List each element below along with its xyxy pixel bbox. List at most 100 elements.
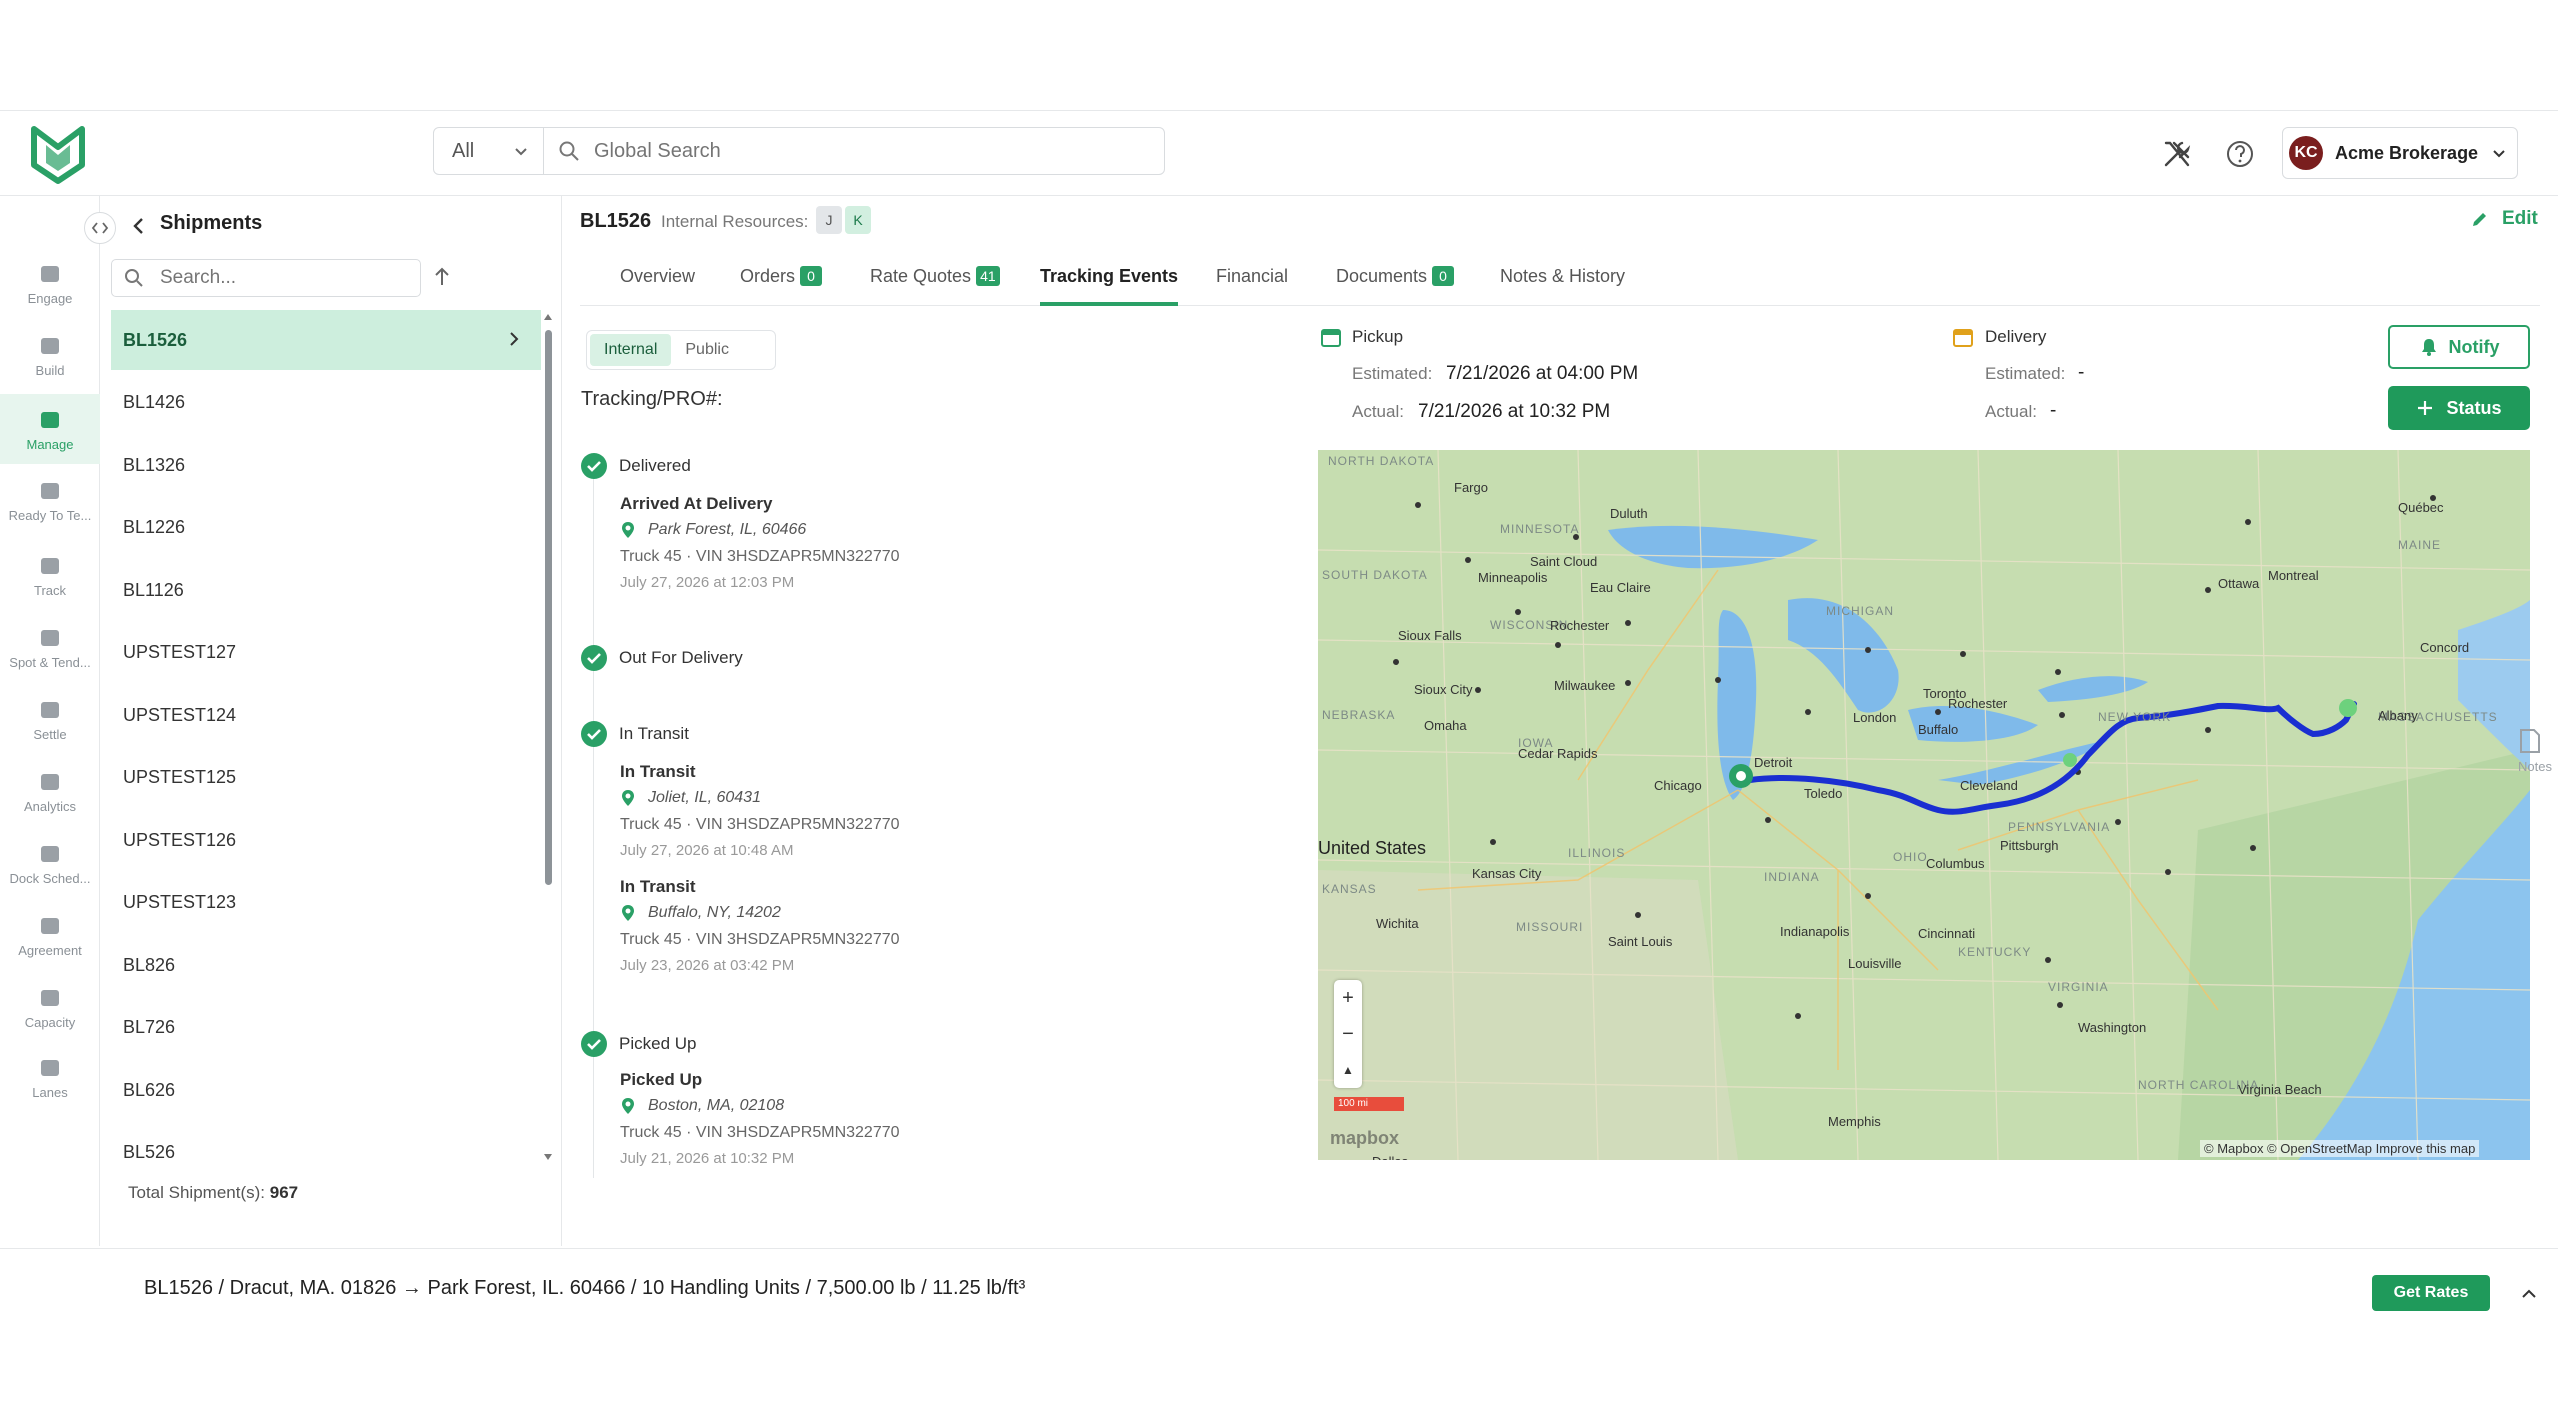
mapbox-logo[interactable]: mapbox — [1330, 1128, 1399, 1149]
rail-item-label: Spot & Tend... — [9, 654, 91, 670]
shipment-id: UPSTEST124 — [123, 704, 237, 725]
shipment-row[interactable]: UPSTEST123 — [111, 873, 541, 933]
edit-button[interactable]: Edit — [2470, 208, 2538, 230]
shipment-row[interactable]: UPSTEST126 — [111, 810, 541, 870]
agreement-icon — [41, 917, 59, 934]
shipment-search-input[interactable] — [158, 266, 398, 290]
shipment-search-field — [111, 259, 421, 297]
status-button[interactable]: Status — [2388, 386, 2530, 430]
bell-icon — [2421, 339, 2436, 356]
location-pin-icon — [622, 1098, 634, 1114]
shipment-row[interactable]: BL726 — [111, 998, 541, 1058]
map-city-label: Eau Claire — [1590, 580, 1651, 595]
map-city-label: Montreal — [2268, 568, 2319, 583]
rail-item-analytics[interactable]: Analytics — [0, 756, 100, 826]
global-search-input[interactable] — [592, 138, 1152, 164]
tab-orders[interactable]: Orders 0 — [740, 266, 823, 306]
rail-item-settle[interactable]: Settle — [0, 684, 100, 754]
tab-notes-history[interactable]: Notes & History — [1500, 266, 1625, 306]
rail-item-label: Build — [35, 362, 65, 378]
spot-icon — [41, 629, 59, 646]
shipment-row[interactable]: BL826 — [111, 935, 541, 995]
rail-item-ready[interactable]: Ready To Te... — [0, 465, 100, 535]
shipment-row[interactable]: UPSTEST125 — [111, 748, 541, 808]
map-city-label: London — [1853, 710, 1897, 725]
shipment-row[interactable]: BL626 — [111, 1060, 541, 1120]
search-scope-select[interactable]: All — [434, 128, 544, 174]
tab-rate-quotes[interactable]: Rate Quotes 41 — [870, 266, 1000, 306]
map-state-label: INDIANA — [1764, 870, 1820, 884]
tab-overview[interactable]: Overview — [620, 266, 695, 306]
total-shipments-value: 967 — [269, 1183, 299, 1202]
collapse-panel-button[interactable] — [84, 212, 116, 244]
rail-item-agreement[interactable]: Agreement — [0, 900, 100, 970]
tab-count-badge: 41 — [976, 266, 1000, 286]
chevron-up-icon[interactable] — [2518, 1283, 2540, 1305]
shipment-id: UPSTEST126 — [123, 829, 237, 850]
delivery-actual-label: Actual: — [1985, 402, 2037, 421]
shipment-row[interactable]: BL1426 — [111, 373, 541, 433]
pickup-estimated-label: Estimated: — [1352, 364, 1433, 383]
help-icon[interactable] — [2223, 137, 2257, 171]
list-scroll-thumb[interactable] — [545, 330, 552, 885]
compass-button[interactable]: ▲ — [1334, 1052, 1362, 1088]
zoom-out-button[interactable]: − — [1334, 1016, 1362, 1052]
tab-label: Overview — [620, 266, 696, 286]
resource-chip-j[interactable]: J — [816, 206, 842, 234]
map-city-label: Rochester — [1550, 618, 1610, 633]
chevron-right-icon — [510, 332, 519, 346]
toggle-public[interactable]: Public — [671, 334, 743, 366]
shipment-row[interactable]: UPSTEST124 — [111, 685, 541, 745]
lanes-icon — [41, 1059, 59, 1076]
map-attribution[interactable]: © Mapbox © OpenStreetMap Improve this ma… — [2200, 1140, 2480, 1157]
rail-item-spot[interactable]: Spot & Tend... — [0, 612, 100, 682]
notify-button[interactable]: Notify — [2388, 325, 2530, 369]
zoom-in-button[interactable]: + — [1334, 980, 1362, 1016]
shipment-row[interactable]: BL1526 — [111, 310, 541, 370]
rail-item-dock[interactable]: Dock Sched... — [0, 828, 100, 898]
resource-chip-k[interactable]: K — [845, 206, 871, 234]
event-location: Park Forest, IL, 60466 — [620, 521, 806, 539]
tab-financial[interactable]: Financial — [1216, 266, 1288, 306]
notes-side-tab[interactable]: Notes — [2518, 728, 2558, 784]
sort-arrow-icon[interactable] — [430, 265, 454, 289]
map-city-label: Ottawa — [2218, 576, 2260, 591]
map-scale-bar: 100 mi — [1334, 1097, 1404, 1111]
event-truck-info: Truck 45 · VIN 3HSDZAPR5MN322770 — [620, 816, 900, 833]
dock-icon — [41, 845, 59, 862]
rail-item-lanes[interactable]: Lanes — [0, 1042, 100, 1112]
internal-resources-label: Internal Resources: — [661, 212, 809, 231]
rail-item-build[interactable]: Build — [0, 320, 100, 390]
app-logo-icon[interactable] — [30, 123, 86, 185]
map-state-label: NEW YORK — [2098, 710, 2172, 724]
rail-item-capacity[interactable]: Capacity — [0, 972, 100, 1042]
avatar: KC — [2289, 136, 2323, 170]
map-state-label: PENNSYLVANIA — [2008, 820, 2111, 834]
shipment-row[interactable]: BL1326 — [111, 435, 541, 495]
shipment-row[interactable]: BL526 — [111, 1123, 541, 1183]
get-rates-button[interactable]: Get Rates — [2372, 1275, 2490, 1311]
tab-tracking-events[interactable]: Tracking Events — [1040, 266, 1179, 306]
notify-label: Notify — [2448, 336, 2500, 357]
account-menu[interactable]: KC Acme Brokerage — [2282, 127, 2518, 179]
map-city-label: Pittsburgh — [2000, 838, 2059, 853]
rail-item-engage[interactable]: Engage — [0, 248, 100, 318]
rail-item-track[interactable]: Track — [0, 540, 100, 610]
shipment-id: UPSTEST125 — [123, 767, 237, 787]
shipment-row[interactable]: UPSTEST127 — [111, 623, 541, 683]
back-chevron-icon[interactable] — [128, 215, 150, 237]
route-map[interactable]: NORTH DAKOTA MINNESOTA SOUTH DAKOTA WISCONS… — [1318, 450, 2530, 1160]
analytics-icon — [41, 773, 59, 790]
toggle-internal[interactable]: Internal — [590, 334, 672, 366]
map-city-label: Toledo — [1804, 786, 1843, 801]
shipment-row[interactable]: BL1126 — [111, 560, 541, 620]
shipment-row[interactable]: BL1226 — [111, 498, 541, 558]
map-city-label: Duluth — [1610, 506, 1648, 521]
rail-item-label: Settle — [33, 726, 67, 742]
detail-tabs: Overview Orders 0 Rate Quotes 41 Tracking … — [580, 258, 2540, 306]
event-location-text: Boston, MA, 02108 — [648, 1097, 785, 1114]
rail-item-manage[interactable]: Manage — [0, 394, 100, 464]
tools-icon[interactable] — [2160, 137, 2194, 171]
tab-documents[interactable]: Documents 0 — [1336, 266, 1455, 306]
shipment-id: BL526 — [123, 1142, 176, 1162]
